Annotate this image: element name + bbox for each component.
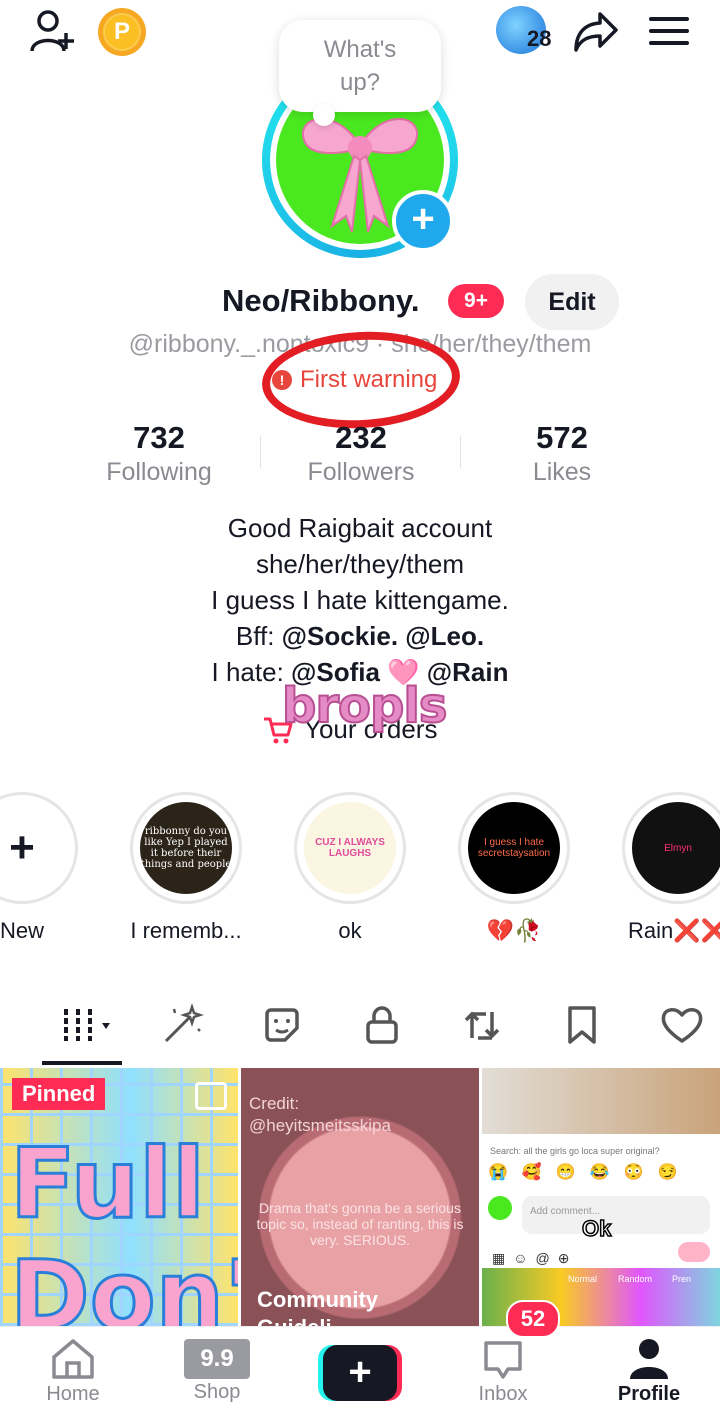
- highlight-label: New: [0, 918, 44, 943]
- bookmark-icon: [568, 1006, 596, 1044]
- globe-count: 28: [527, 26, 552, 51]
- tab-videos[interactable]: [56, 1002, 120, 1048]
- lock-icon: [366, 1006, 398, 1044]
- spark-icon: [164, 1003, 204, 1043]
- stat-value: 732: [133, 420, 185, 455]
- bio-prefix: I hate:: [211, 657, 292, 687]
- tab-private[interactable]: [352, 1002, 412, 1048]
- mode-label: Random: [618, 1274, 653, 1284]
- bio-line: Bff: @Sockie. @Leo.: [0, 618, 720, 654]
- bottom-nav: Home 9.9 Shop + Inbox Profile: [0, 1326, 720, 1425]
- share-icon[interactable]: [570, 8, 622, 56]
- highlight-item[interactable]: I guess I hate secretstaysation 💔🥀: [454, 792, 574, 944]
- thumbnail-title: Community Guideli...: [257, 1287, 378, 1326]
- inbox-badge: 52: [506, 1300, 560, 1338]
- thumbnail-text: Full Don't: [8, 1127, 238, 1327]
- nav-label: Shop: [193, 1381, 241, 1403]
- nav-home[interactable]: Home: [18, 1337, 128, 1406]
- stat-value: 232: [335, 420, 387, 455]
- highlight-label: I rememb...: [130, 918, 242, 943]
- highlight-item[interactable]: CUZ I ALWAYS LAUGHS ok: [290, 792, 410, 944]
- highlight-item[interactable]: ribbonny do you like Yep I played it bef…: [126, 792, 246, 944]
- tab-reposts[interactable]: [452, 1002, 512, 1048]
- note-bubble[interactable]: What's up?: [279, 20, 441, 126]
- emoji-row: 😭🥰😁😂😳😏: [488, 1164, 692, 1181]
- nav-inbox[interactable]: Inbox: [448, 1337, 558, 1406]
- pinned-badge: Pinned: [12, 1078, 106, 1110]
- notification-badge[interactable]: 9+: [448, 284, 504, 318]
- highlight-label: 💔🥀: [486, 918, 542, 943]
- thumbnail-handle: @heyitsmeitsskipa: [249, 1116, 391, 1135]
- create-button[interactable]: +: [318, 1345, 402, 1401]
- shop-icon: 9.9: [184, 1339, 250, 1379]
- display-name: Neo/Ribbony.: [222, 283, 420, 318]
- divider: [460, 436, 461, 468]
- video-thumbnail[interactable]: Credit: @heyitsmeitsskipa Drama that's g…: [241, 1068, 479, 1326]
- add-avatar-button[interactable]: +: [392, 190, 454, 252]
- stat-followers[interactable]: 232 Followers: [261, 420, 461, 487]
- menu-icon[interactable]: [644, 10, 694, 52]
- stat-label: Likes: [532, 458, 592, 486]
- highlight-label: Rain❌❌: [627, 918, 720, 943]
- nav-profile[interactable]: Profile: [594, 1337, 704, 1406]
- bio-mention[interactable]: @Sockie. @Leo.: [282, 621, 484, 651]
- home-icon: [52, 1339, 94, 1379]
- comment-input: Add comment...: [522, 1196, 710, 1234]
- active-tab-indicator: [42, 1061, 122, 1065]
- multi-photo-icon: [195, 1082, 227, 1110]
- bio-prefix: Bff:: [235, 621, 282, 651]
- heart-icon: [661, 1008, 703, 1043]
- comment-search: Search: all the girls go loca super orig…: [490, 1146, 660, 1156]
- stat-following[interactable]: 732 Following: [59, 420, 259, 487]
- bio: Good Raigbait account she/her/they/them …: [0, 510, 720, 690]
- mode-label: Normal: [568, 1274, 598, 1284]
- profile-icon: [630, 1339, 668, 1379]
- cat-image: [482, 1068, 720, 1134]
- send-button: [678, 1242, 710, 1262]
- stat-likes[interactable]: 572 Likes: [462, 420, 662, 487]
- bio-line: I guess I hate kittengame.: [211, 585, 509, 615]
- inbox-icon: [484, 1341, 522, 1379]
- tab-liked[interactable]: [652, 1002, 712, 1048]
- edit-profile-button[interactable]: Edit: [525, 274, 619, 330]
- tab-favorites[interactable]: [552, 1002, 612, 1048]
- bio-line: she/her/they/them: [255, 549, 465, 579]
- plus-icon: +: [323, 1345, 397, 1401]
- highlight-thumb: ribbonny do you like Yep I played it bef…: [140, 802, 232, 894]
- coin-icon[interactable]: P: [98, 8, 146, 56]
- comment-tools: ▦☺@⊕: [492, 1250, 578, 1266]
- tab-spark[interactable]: [152, 1002, 212, 1048]
- highlight-thumb: I guess I hate secretstaysation: [468, 802, 560, 894]
- thumbnail-body: Drama that's gonna be a serious topic so…: [256, 1200, 464, 1248]
- sticker-icon: [265, 1008, 299, 1042]
- plus-icon: +: [9, 823, 35, 872]
- highlight-item[interactable]: Elmyn Rain❌❌: [618, 792, 720, 944]
- nav-label: Inbox: [478, 1383, 528, 1405]
- videos-icon: [64, 1009, 110, 1041]
- highlight-new[interactable]: + New: [0, 792, 82, 944]
- highlight-label: ok: [338, 918, 362, 943]
- mode-label: Pren: [672, 1274, 692, 1284]
- stat-label: Followers: [307, 458, 415, 486]
- nav-shop[interactable]: 9.9 Shop: [162, 1337, 272, 1404]
- stat-label: Following: [106, 458, 212, 486]
- sticker-overlay: bropls: [281, 677, 448, 735]
- stat-value: 572: [536, 420, 588, 455]
- ok-sticker: Ok: [581, 1215, 612, 1242]
- repost-icon: [464, 1011, 500, 1040]
- add-friend-icon[interactable]: [26, 6, 80, 56]
- commenter-avatar: [488, 1196, 512, 1220]
- thumbnail-credit: Credit:: [249, 1094, 300, 1113]
- bio-line: Good Raigbait account: [227, 513, 493, 543]
- video-thumbnail[interactable]: Search: all the girls go loca super orig…: [482, 1068, 720, 1326]
- highlight-thumb: CUZ I ALWAYS LAUGHS: [304, 802, 396, 894]
- tab-stickers[interactable]: [252, 1002, 312, 1048]
- nav-label: Home: [46, 1383, 100, 1405]
- highlight-thumb: Elmyn: [632, 802, 720, 894]
- nav-label: Profile: [617, 1383, 681, 1405]
